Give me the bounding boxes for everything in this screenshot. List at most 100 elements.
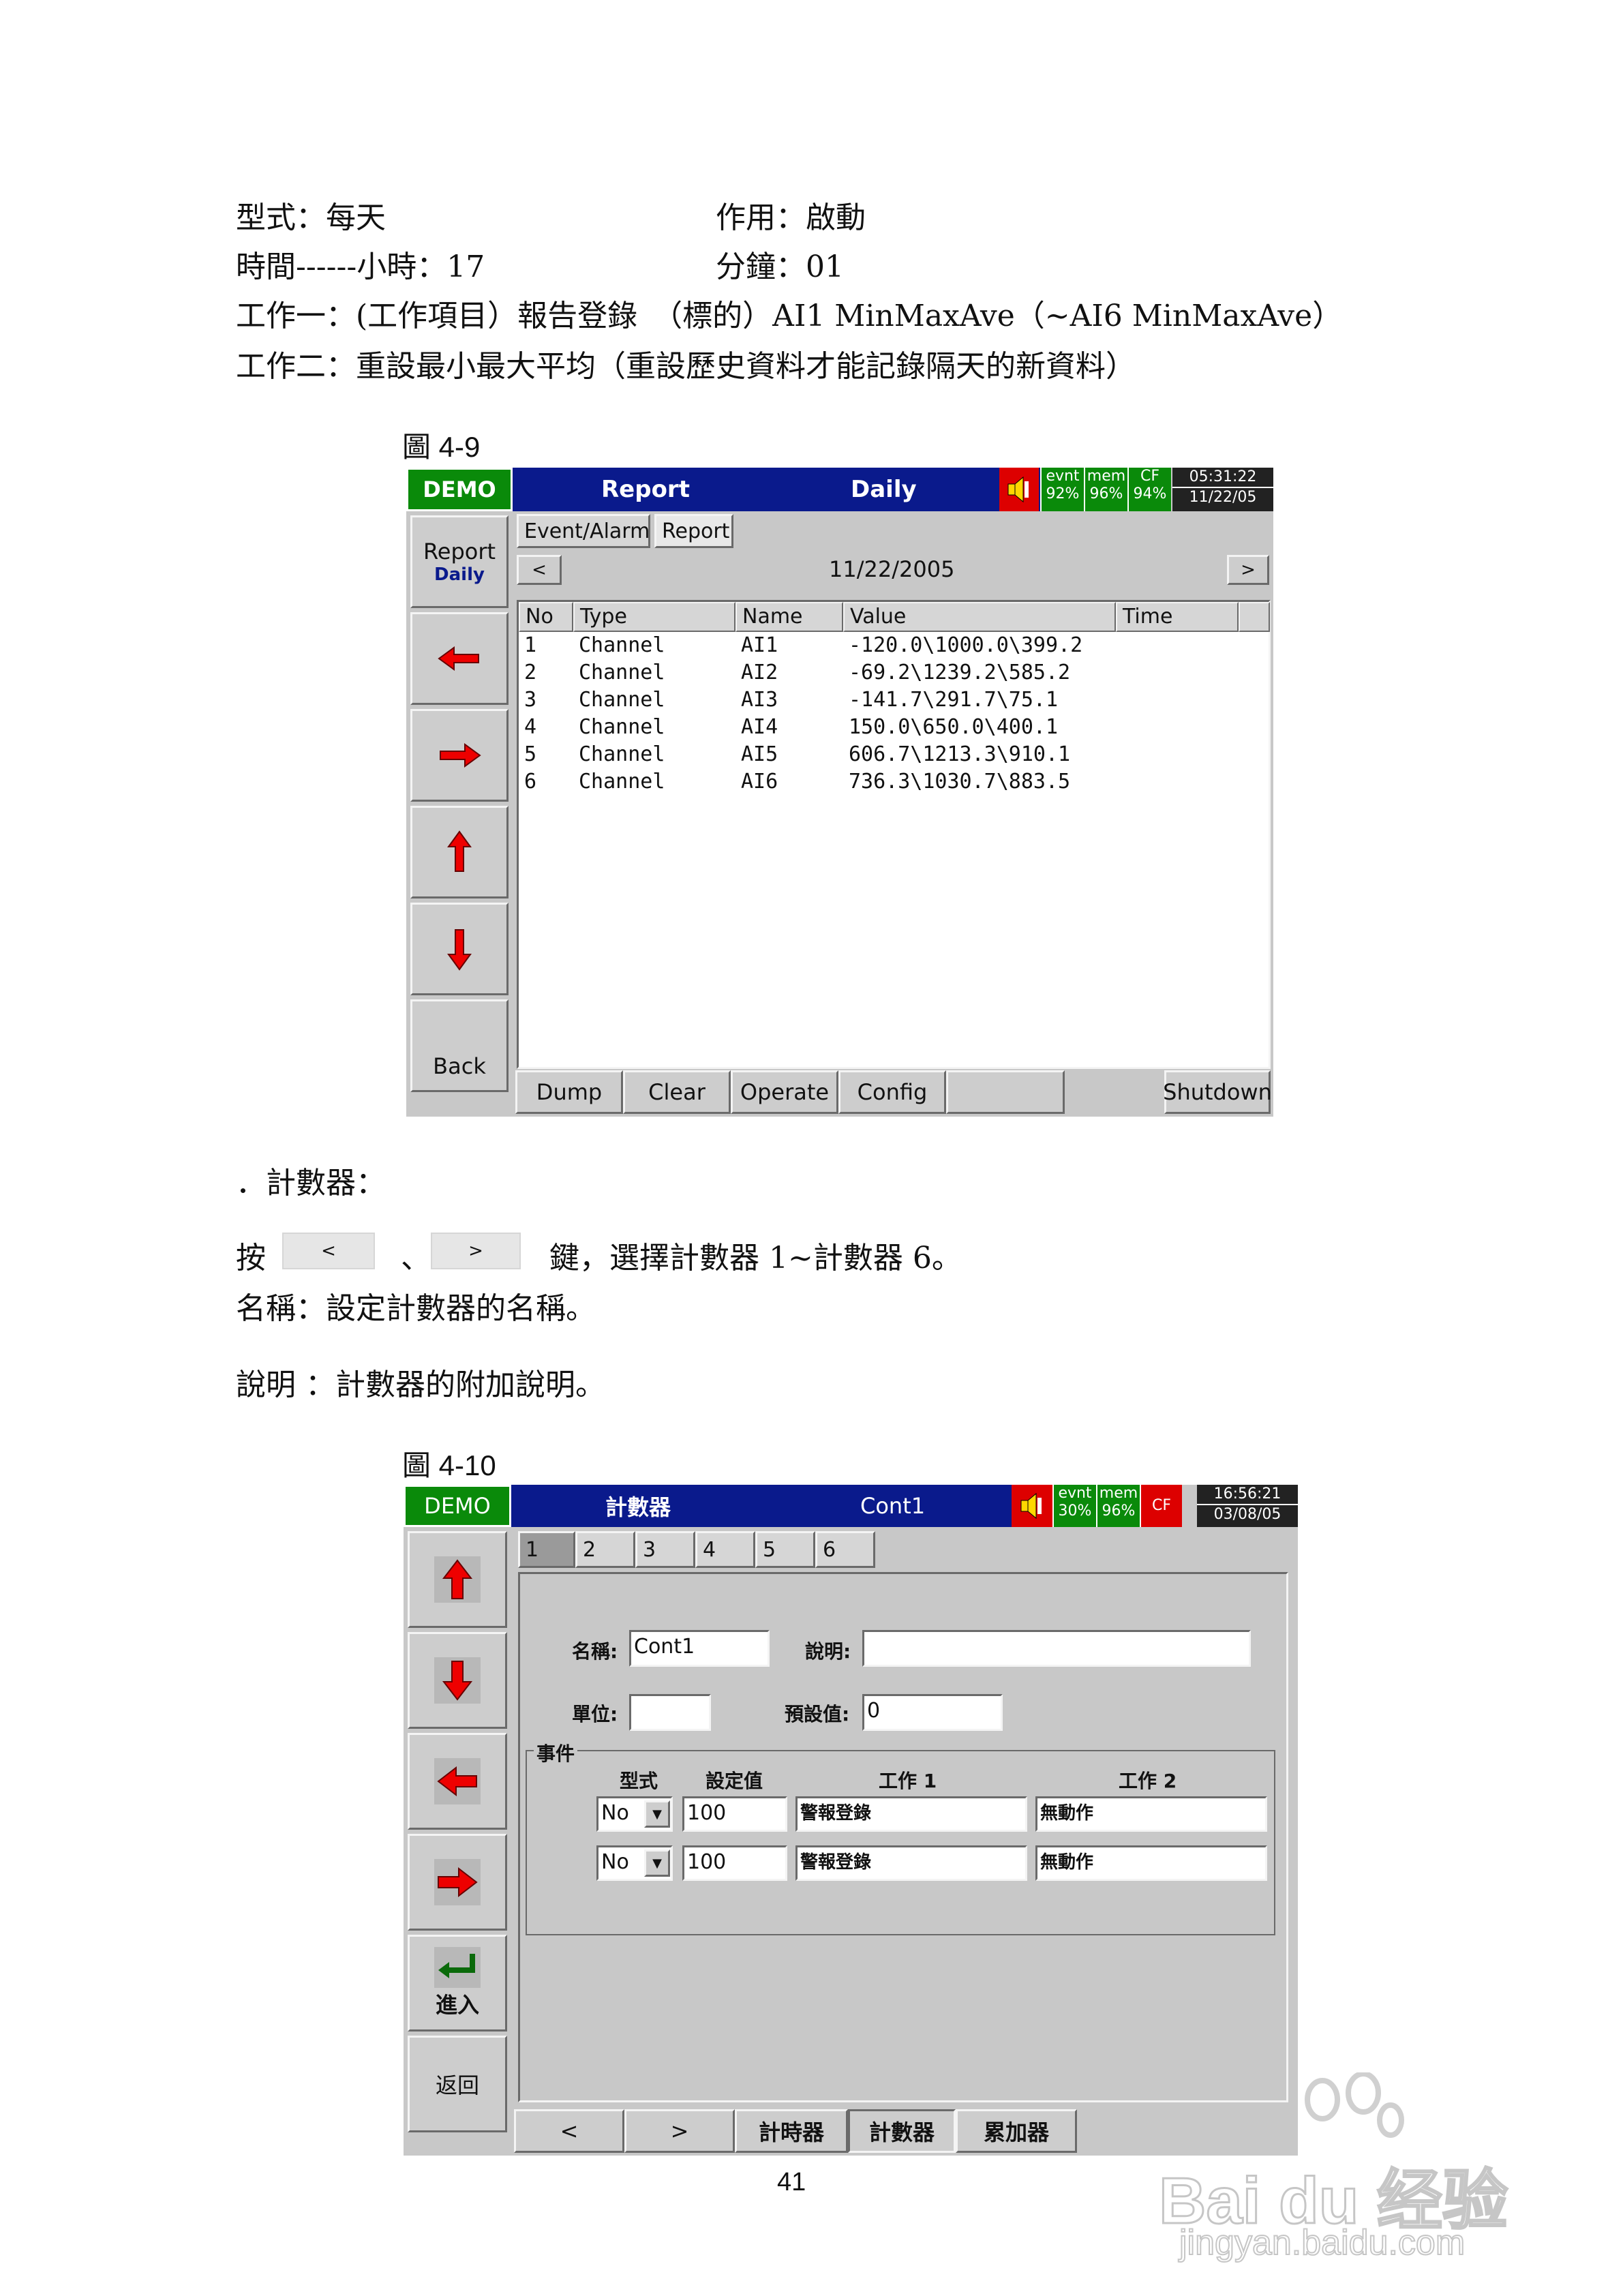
enter-button[interactable]: 進入 [408,1935,507,2031]
line-type: 型式：每天 [236,200,386,235]
column-header-no[interactable]: No [519,602,573,632]
clock-date: 11/22/05 [1189,489,1257,506]
clear-button[interactable]: Clear [623,1070,731,1114]
tab-counter-6[interactable]: 6 [815,1531,875,1568]
right-arrow-button[interactable] [410,709,509,802]
line-hour: 時間------小時：17 [236,250,485,284]
line-minute: 分鐘：01 [716,250,844,284]
chevron-down-icon[interactable]: ▼ [644,1800,670,1828]
next-button[interactable]: > [624,2109,735,2153]
blank-button[interactable] [946,1070,1065,1114]
tab-counter-5[interactable]: 5 [755,1531,815,1568]
header-mode: Daily [851,476,917,503]
tab-counter-3[interactable]: 3 [635,1531,695,1568]
down-arrow-icon [447,929,472,971]
tab-counter-2[interactable]: 2 [575,1531,635,1568]
unit-input[interactable] [629,1694,711,1731]
event-set-input[interactable]: 100 [682,1845,787,1881]
clock-time: 05:31:22 [1172,468,1273,488]
col-type-label: 型式 [620,1770,658,1792]
event-set-input[interactable]: 100 [682,1796,787,1832]
table-row[interactable]: 6 Channel AI6 736.3\1030.7\883.5 [519,770,1269,797]
tab-counter-1[interactable]: 1 [518,1531,575,1568]
return-button[interactable]: 返回 [408,2036,507,2132]
side-panel: Report Daily Back [406,511,513,1117]
press-label: 按 [236,1241,266,1275]
shutdown-button[interactable]: Shutdown [1163,1070,1272,1114]
status-evnt: evnt 30% [1052,1485,1096,1527]
status-cf: CF [1140,1485,1182,1527]
press-tail: 鍵，選擇計數器 1~計數器 6。 [549,1241,962,1275]
column-header-time[interactable]: Time [1116,602,1239,632]
down-arrow-button[interactable] [408,1632,507,1729]
demo-badge: DEMO [404,1485,511,1527]
column-header-end [1239,602,1270,632]
event-job1-field[interactable]: 警報登錄 [795,1796,1027,1832]
up-arrow-button[interactable] [410,806,509,898]
report-daily-button[interactable]: Report Daily [410,515,509,608]
line-job1: 工作一：(工作項目）報告登錄 （標的）AI1 MinMaxAve（~AI6 Mi… [236,299,1343,333]
desc-description: 說明 ：計數器的附加說明。 [236,1368,605,1402]
inline-next-button: > [431,1233,521,1269]
figure-caption-4-10: 圖 4-10 [402,1449,496,1481]
speaker-icon[interactable] [1012,1485,1052,1527]
up-arrow-icon [447,830,472,872]
up-arrow-button[interactable] [408,1531,507,1628]
tab-accumulator[interactable]: 累加器 [956,2109,1077,2153]
event-job2-field[interactable]: 無動作 [1035,1845,1267,1881]
back-button[interactable]: Back [410,999,509,1092]
left-arrow-button[interactable] [408,1733,507,1830]
clock: 05:31:22 11/22/05 [1172,468,1273,511]
dump-button[interactable]: Dump [515,1070,623,1114]
down-arrow-button[interactable] [410,903,509,995]
column-header-name[interactable]: Name [735,602,843,632]
operate-button[interactable]: Operate [731,1070,838,1114]
prev-button[interactable]: < [514,2109,624,2153]
table-row[interactable]: 4 Channel AI4 150.0\650.0\400.1 [519,715,1269,742]
status-cf: CF 94% [1127,468,1171,511]
inline-prev-button: < [282,1233,375,1269]
event-job2-field[interactable]: 無動作 [1035,1796,1267,1832]
clock-date: 03/08/05 [1213,1506,1281,1523]
prev-date-button[interactable]: < [517,555,562,585]
column-header-value[interactable]: Value [843,602,1116,632]
preset-input[interactable]: 0 [862,1694,1003,1731]
separator: 、 [401,1241,431,1275]
left-arrow-button[interactable] [410,612,509,705]
clock: 16:56:21 03/08/05 [1197,1485,1298,1527]
line-job2: 工作二：重設最小最大平均（重設歷史資料才能記錄隔天的新資料） [236,349,1136,384]
chevron-down-icon[interactable]: ▼ [644,1849,670,1877]
table-row[interactable]: 2 Channel AI2 -69.2\1239.2\585.2 [519,661,1269,688]
tab-counter-4[interactable]: 4 [695,1531,755,1568]
col-set-label: 設定值 [706,1770,763,1792]
right-arrow-icon [440,743,481,768]
next-date-button[interactable]: > [1227,555,1269,585]
name-input[interactable]: Cont1 [629,1630,770,1667]
right-arrow-icon [434,1859,481,1905]
header-counter-name: Cont1 [860,1493,926,1519]
tab-event-alarm[interactable]: Event/Alarm [517,514,650,548]
side-panel: 進入 返回 [404,1527,511,2156]
config-button[interactable]: Config [838,1070,946,1114]
report-table: No Type Name Value Time 1 Channel AI1 -120.… [517,600,1271,1069]
section-counter: ．計數器： [236,1166,386,1200]
status-mem: mem 96% [1084,468,1127,511]
right-arrow-button[interactable] [408,1834,507,1931]
tab-report[interactable]: Report [654,514,733,548]
name-description: 名稱：設定計數器的名稱。 [236,1291,596,1326]
table-row[interactable]: 1 Channel AI1 -120.0\1000.0\399.2 [519,633,1269,661]
tab-counter[interactable]: 計數器 [848,2109,956,2153]
col-job2-label: 工作 2 [1119,1770,1177,1792]
desc-input[interactable] [862,1630,1251,1667]
demo-badge: DEMO [406,468,513,511]
table-row[interactable]: 3 Channel AI3 -141.7\291.7\75.1 [519,688,1269,715]
enter-icon [434,1947,481,1988]
unit-label: 單位: [572,1703,618,1725]
speaker-icon[interactable] [999,468,1039,511]
tab-timer[interactable]: 計時器 [735,2109,848,2153]
report-screenshot: DEMO Report Daily evnt 92% mem 96% CF 94% 0… [406,468,1273,1117]
table-row[interactable]: 5 Channel AI5 606.7\1213.3\910.1 [519,742,1269,770]
event-job1-field[interactable]: 警報登錄 [795,1845,1027,1881]
header-title: Report [601,476,690,503]
column-header-type[interactable]: Type [573,602,735,632]
